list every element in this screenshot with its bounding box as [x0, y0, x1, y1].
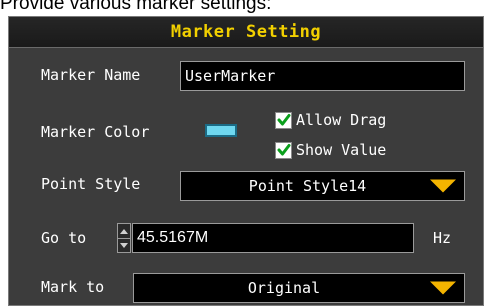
mark-to-label: Mark to: [41, 278, 105, 296]
go-to-spinner[interactable]: [117, 223, 131, 253]
marker-name-label: Marker Name: [41, 66, 141, 84]
dropdown-arrow-icon: [430, 281, 456, 295]
allow-drag-label: Allow Drag: [296, 111, 387, 129]
dialog-title: Marker Setting: [170, 22, 322, 42]
show-value-box[interactable]: [275, 141, 292, 159]
marker-setting-dialog: Marker Setting Marker Name UserMarker Ma…: [8, 16, 484, 306]
mark-to-value: Original: [247, 279, 321, 297]
show-value-checkbox[interactable]: Show Value: [275, 141, 386, 159]
spin-down-icon[interactable]: [118, 238, 130, 252]
go-to-label: Go to: [41, 229, 87, 247]
allow-drag-box[interactable]: [275, 111, 292, 129]
marker-color-swatch[interactable]: [205, 124, 237, 137]
go-to-input[interactable]: 45.5167M: [132, 223, 414, 253]
point-style-value: Point Style14: [248, 177, 367, 195]
dropdown-arrow-icon: [430, 179, 456, 193]
allow-drag-checkbox[interactable]: Allow Drag: [275, 111, 386, 129]
mark-to-dropdown[interactable]: Original: [133, 273, 465, 303]
checkmark-icon: [277, 144, 290, 156]
marker-color-label: Marker Color: [41, 123, 150, 141]
point-style-label: Point Style: [41, 175, 141, 193]
go-to-unit: Hz: [433, 229, 452, 247]
point-style-dropdown[interactable]: Point Style14: [180, 171, 465, 201]
checkmark-icon: [277, 114, 290, 126]
marker-name-input[interactable]: UserMarker: [180, 61, 465, 91]
page-caption: Provide various marker settings:: [0, 0, 272, 14]
dialog-titlebar: Marker Setting: [9, 17, 483, 48]
spin-up-icon[interactable]: [118, 224, 130, 238]
show-value-label: Show Value: [296, 141, 387, 159]
